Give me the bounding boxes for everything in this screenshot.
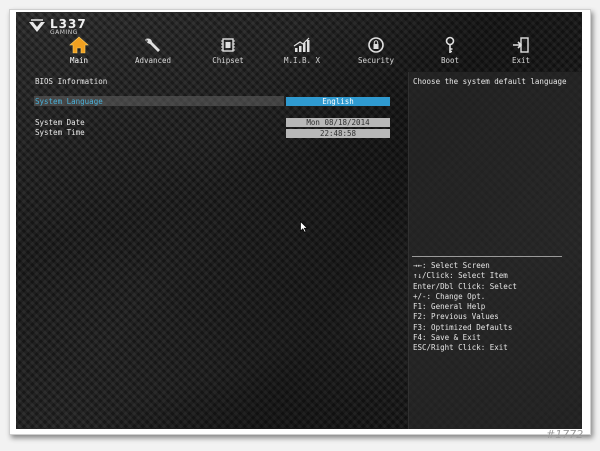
- key-hint: Enter/Dbl Click: Select: [413, 281, 517, 291]
- key-icon: [445, 36, 455, 53]
- key-legend: →←: Select Screen ↑↓/Click: Select Item …: [413, 261, 517, 354]
- key-hint: +/-: Change Opt.: [413, 291, 486, 301]
- help-panel: Choose the system default language →←: S…: [408, 72, 582, 429]
- tab-advanced[interactable]: Advanced: [116, 36, 190, 68]
- key-hint: ESC/Right Click: Exit: [413, 343, 508, 353]
- bios-screen: L337 GAMING Main Advanced Chipset M.I.B.…: [16, 12, 582, 429]
- chip-icon: [221, 38, 235, 52]
- performance-meter-icon: [293, 37, 310, 52]
- system-language-label: System Language: [35, 97, 103, 106]
- tab-mib-x[interactable]: M.I.B. X: [265, 36, 339, 68]
- section-title: BIOS Information: [35, 77, 108, 86]
- tab-chipset[interactable]: Chipset: [191, 36, 265, 68]
- brand-logo: L337 GAMING: [28, 16, 87, 38]
- home-icon: [69, 36, 89, 54]
- system-language-value[interactable]: English: [286, 97, 390, 106]
- tab-security[interactable]: Security: [339, 36, 413, 68]
- watermark: #1772: [546, 428, 584, 441]
- tab-exit[interactable]: Exit: [484, 36, 558, 68]
- key-hint: →←: Select Screen: [413, 261, 490, 270]
- tab-boot-label: Boot: [440, 56, 460, 65]
- system-date-value[interactable]: Mon 08/18/2014: [286, 118, 390, 127]
- tab-chipset-label: Chipset: [212, 56, 244, 65]
- tab-mib-x-label: M.I.B. X: [283, 56, 321, 65]
- wrench-icon: [145, 38, 160, 52]
- help-divider: [412, 256, 562, 257]
- key-hint: F1: General Help: [413, 302, 486, 312]
- tab-boot[interactable]: Boot: [413, 36, 487, 68]
- key-hint: F4: Save & Exit: [413, 333, 481, 343]
- tab-advanced-label: Advanced: [134, 56, 172, 65]
- menu-tabs: Main Advanced Chipset M.I.B. X Security …: [16, 36, 582, 68]
- exit-door-icon: [513, 37, 529, 53]
- key-hint: ↑↓/Click: Select Item: [413, 271, 508, 281]
- security-icon: [368, 37, 384, 53]
- settings-panel: BIOS Information System Language English…: [16, 72, 408, 429]
- tab-main[interactable]: Main: [42, 36, 116, 68]
- tab-exit-label: Exit: [511, 56, 531, 65]
- tab-main-label: Main: [69, 56, 89, 65]
- system-date-label: System Date: [35, 118, 85, 127]
- system-time-label: System Time: [35, 128, 85, 137]
- key-hint: F2: Previous Values: [413, 312, 499, 322]
- mouse-cursor-icon: [300, 221, 308, 233]
- key-hint: F3: Optimized Defaults: [413, 322, 513, 332]
- help-description: Choose the system default language: [413, 77, 567, 86]
- system-time-value[interactable]: 22:48:58: [286, 129, 390, 138]
- tab-security-label: Security: [357, 56, 395, 65]
- logo-emblem-icon: [29, 19, 45, 32]
